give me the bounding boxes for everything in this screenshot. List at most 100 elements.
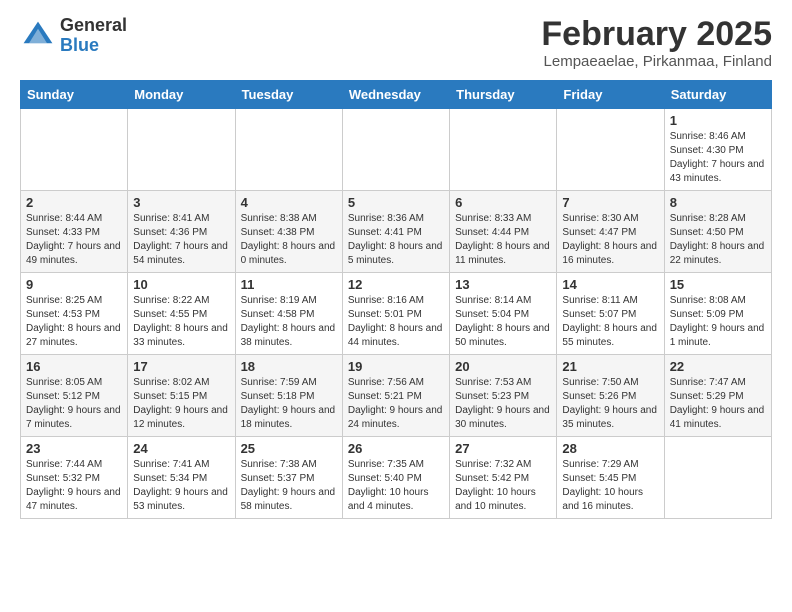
weekday-header-saturday: Saturday: [664, 81, 771, 109]
calendar-cell: 19 Sunrise: 7:56 AM Sunset: 5:21 PM Dayli…: [342, 355, 449, 437]
day-info: Sunrise: 7:50 AM Sunset: 5:26 PM Dayligh…: [562, 376, 658, 432]
day-number: 15: [670, 277, 766, 292]
calendar-cell: 26Sunrise: 7:35 AM Sunset: 5:40 PM Dayli…: [342, 437, 449, 519]
calendar-cell: 11 Sunrise: 8:19 AM Sunset: 4:58 PM Dayli…: [235, 273, 342, 355]
weekday-header-thursday: Thursday: [450, 81, 557, 109]
day-number: 2: [26, 195, 122, 210]
calendar-cell: [128, 109, 235, 191]
weekday-header-tuesday: Tuesday: [235, 81, 342, 109]
calendar-cell: 28 Sunrise: 7:29 AM Sunset: 5:45 PM Dayli…: [557, 437, 664, 519]
day-number: 8: [670, 195, 766, 210]
week-row-2: 9 Sunrise: 8:25 AM Sunset: 4:53 PM Daylig…: [21, 273, 772, 355]
day-number: 20: [455, 359, 551, 374]
calendar-cell: 12 Sunrise: 8:16 AM Sunset: 5:01 PM Dayli…: [342, 273, 449, 355]
weekday-header-friday: Friday: [557, 81, 664, 109]
day-info: Sunrise: 8:33 AM Sunset: 4:44 PM Dayligh…: [455, 212, 551, 268]
weekday-header-monday: Monday: [128, 81, 235, 109]
day-info: Sunrise: 8:16 AM Sunset: 5:01 PM Dayligh…: [348, 294, 444, 350]
day-number: 9: [26, 277, 122, 292]
day-info: Sunrise: 8:08 AM Sunset: 5:09 PM Dayligh…: [670, 294, 766, 350]
calendar-cell: 5 Sunrise: 8:36 AM Sunset: 4:41 PM Daylig…: [342, 191, 449, 273]
day-number: 12: [348, 277, 444, 292]
calendar-cell: 13 Sunrise: 8:14 AM Sunset: 5:04 PM Dayli…: [450, 273, 557, 355]
day-info: Sunrise: 7:32 AM Sunset: 5:42 PM Dayligh…: [455, 458, 551, 514]
calendar-cell: 6 Sunrise: 8:33 AM Sunset: 4:44 PM Daylig…: [450, 191, 557, 273]
calendar-cell: 15 Sunrise: 8:08 AM Sunset: 5:09 PM Dayli…: [664, 273, 771, 355]
week-row-1: 2 Sunrise: 8:44 AM Sunset: 4:33 PM Daylig…: [21, 191, 772, 273]
day-info: Sunrise: 8:36 AM Sunset: 4:41 PM Dayligh…: [348, 212, 444, 268]
calendar-cell: [342, 109, 449, 191]
day-number: 5: [348, 195, 444, 210]
calendar-cell: 24 Sunrise: 7:41 AM Sunset: 5:34 PM Dayli…: [128, 437, 235, 519]
calendar-cell: 16 Sunrise: 8:05 AM Sunset: 5:12 PM Dayli…: [21, 355, 128, 437]
day-number: 23: [26, 441, 122, 456]
weekday-header-sunday: Sunday: [21, 81, 128, 109]
calendar-cell: [557, 109, 664, 191]
calendar-cell: 25Sunrise: 7:38 AM Sunset: 5:37 PM Dayli…: [235, 437, 342, 519]
day-info: Sunrise: 7:29 AM Sunset: 5:45 PM Dayligh…: [562, 458, 658, 514]
logo-icon: [20, 18, 56, 54]
week-row-4: 23Sunrise: 7:44 AM Sunset: 5:32 PM Dayli…: [21, 437, 772, 519]
day-info: Sunrise: 8:22 AM Sunset: 4:55 PM Dayligh…: [133, 294, 229, 350]
day-number: 19: [348, 359, 444, 374]
day-number: 10: [133, 277, 229, 292]
day-number: 6: [455, 195, 551, 210]
logo: General Blue: [20, 16, 127, 56]
day-info: Sunrise: 8:14 AM Sunset: 5:04 PM Dayligh…: [455, 294, 551, 350]
logo-blue: Blue: [60, 36, 127, 56]
day-info: Sunrise: 8:05 AM Sunset: 5:12 PM Dayligh…: [26, 376, 122, 432]
day-info: Sunrise: 7:41 AM Sunset: 5:34 PM Dayligh…: [133, 458, 229, 514]
day-info: Sunrise: 8:02 AM Sunset: 5:15 PM Dayligh…: [133, 376, 229, 432]
title-block: February 2025 Lempaeaelae, Pirkanmaa, Fi…: [541, 16, 772, 70]
week-row-0: 1 Sunrise: 8:46 AM Sunset: 4:30 PM Daylig…: [21, 109, 772, 191]
calendar-cell: [450, 109, 557, 191]
day-number: 22: [670, 359, 766, 374]
page: General Blue February 2025 Lempaeaelae, …: [0, 0, 792, 529]
calendar-cell: 20 Sunrise: 7:53 AM Sunset: 5:23 PM Dayli…: [450, 355, 557, 437]
calendar-cell: 8 Sunrise: 8:28 AM Sunset: 4:50 PM Daylig…: [664, 191, 771, 273]
calendar-table: SundayMondayTuesdayWednesdayThursdayFrid…: [20, 80, 772, 519]
day-info: Sunrise: 7:56 AM Sunset: 5:21 PM Dayligh…: [348, 376, 444, 432]
calendar-cell: 4 Sunrise: 8:38 AM Sunset: 4:38 PM Daylig…: [235, 191, 342, 273]
logo-general: General: [60, 16, 127, 36]
day-info: Sunrise: 8:28 AM Sunset: 4:50 PM Dayligh…: [670, 212, 766, 268]
day-info: Sunrise: 8:25 AM Sunset: 4:53 PM Dayligh…: [26, 294, 122, 350]
calendar-cell: 3Sunrise: 8:41 AM Sunset: 4:36 PM Daylig…: [128, 191, 235, 273]
calendar-cell: 10 Sunrise: 8:22 AM Sunset: 4:55 PM Dayli…: [128, 273, 235, 355]
day-info: Sunrise: 8:11 AM Sunset: 5:07 PM Dayligh…: [562, 294, 658, 350]
day-number: 14: [562, 277, 658, 292]
calendar-cell: 14 Sunrise: 8:11 AM Sunset: 5:07 PM Dayli…: [557, 273, 664, 355]
day-info: Sunrise: 8:46 AM Sunset: 4:30 PM Dayligh…: [670, 130, 766, 186]
calendar-cell: 18 Sunrise: 7:59 AM Sunset: 5:18 PM Dayli…: [235, 355, 342, 437]
weekday-header-wednesday: Wednesday: [342, 81, 449, 109]
day-number: 3: [133, 195, 229, 210]
day-info: Sunrise: 8:44 AM Sunset: 4:33 PM Dayligh…: [26, 212, 122, 268]
day-info: Sunrise: 7:38 AM Sunset: 5:37 PM Dayligh…: [241, 458, 337, 514]
calendar-cell: 9 Sunrise: 8:25 AM Sunset: 4:53 PM Daylig…: [21, 273, 128, 355]
day-info: Sunrise: 8:19 AM Sunset: 4:58 PM Dayligh…: [241, 294, 337, 350]
day-number: 27: [455, 441, 551, 456]
location: Lempaeaelae, Pirkanmaa, Finland: [541, 53, 772, 70]
day-number: 18: [241, 359, 337, 374]
day-info: Sunrise: 8:38 AM Sunset: 4:38 PM Dayligh…: [241, 212, 337, 268]
day-number: 28: [562, 441, 658, 456]
day-info: Sunrise: 7:47 AM Sunset: 5:29 PM Dayligh…: [670, 376, 766, 432]
calendar-cell: 22 Sunrise: 7:47 AM Sunset: 5:29 PM Dayli…: [664, 355, 771, 437]
day-number: 13: [455, 277, 551, 292]
day-info: Sunrise: 7:59 AM Sunset: 5:18 PM Dayligh…: [241, 376, 337, 432]
calendar-cell: 7 Sunrise: 8:30 AM Sunset: 4:47 PM Daylig…: [557, 191, 664, 273]
day-number: 11: [241, 277, 337, 292]
calendar-cell: [235, 109, 342, 191]
day-number: 7: [562, 195, 658, 210]
day-number: 16: [26, 359, 122, 374]
calendar-body: 1 Sunrise: 8:46 AM Sunset: 4:30 PM Daylig…: [21, 109, 772, 519]
day-number: 17: [133, 359, 229, 374]
day-number: 4: [241, 195, 337, 210]
calendar-cell: [664, 437, 771, 519]
day-number: 21: [562, 359, 658, 374]
day-number: 1: [670, 113, 766, 128]
day-info: Sunrise: 8:30 AM Sunset: 4:47 PM Dayligh…: [562, 212, 658, 268]
day-number: 26: [348, 441, 444, 456]
day-number: 24: [133, 441, 229, 456]
day-info: Sunrise: 7:53 AM Sunset: 5:23 PM Dayligh…: [455, 376, 551, 432]
